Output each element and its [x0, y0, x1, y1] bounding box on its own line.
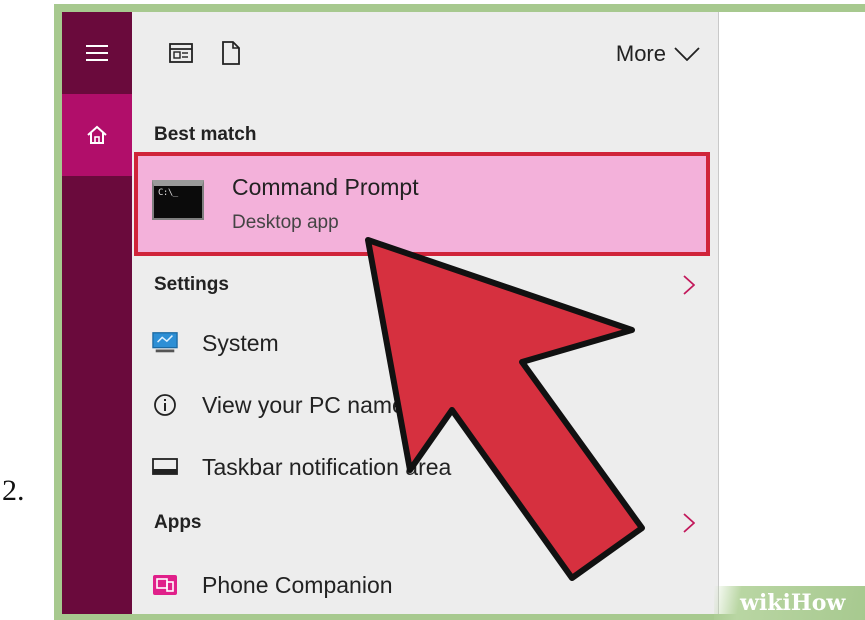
watermark-how: How: [790, 590, 846, 616]
settings-item-view-pc-name[interactable]: View your PC name: [132, 378, 718, 432]
best-match-heading: Best match: [154, 124, 257, 145]
search-results-panel: More Best match C:\_ Command Prompt Desk…: [132, 12, 719, 614]
phone-companion-icon: [152, 572, 178, 598]
home-button[interactable]: [62, 94, 132, 176]
command-prompt-icon: C:\_: [152, 180, 204, 220]
filter-toolbar: More: [132, 12, 718, 94]
document-icon: [222, 41, 240, 65]
more-filters-button[interactable]: More: [616, 40, 700, 68]
info-icon: [152, 392, 178, 418]
chevron-right-icon: [683, 513, 695, 533]
left-rail: [62, 12, 132, 614]
settings-heading: Settings: [154, 274, 229, 295]
command-prompt-icon-text: C:\_: [158, 188, 178, 198]
command-prompt-subtitle: Desktop app: [232, 212, 339, 233]
hamburger-icon: [86, 45, 108, 61]
apps-heading: Apps: [154, 512, 202, 533]
hamburger-menu-button[interactable]: [62, 12, 132, 94]
app-item-phone-companion[interactable]: Phone Companion: [132, 558, 718, 612]
settings-item-system[interactable]: System: [132, 316, 718, 370]
settings-item-label: View your PC name: [202, 392, 405, 418]
command-prompt-title: Command Prompt: [232, 174, 419, 200]
preview-pane: [719, 12, 865, 614]
watermark-text: wikiHow: [740, 590, 845, 616]
watermark-wiki: wiki: [740, 590, 791, 616]
app-item-label: Phone Companion: [202, 572, 393, 598]
settings-item-label: System: [202, 330, 279, 356]
settings-expand-button[interactable]: [682, 274, 696, 296]
more-label: More: [615, 41, 666, 66]
step-number: 2.: [2, 474, 25, 507]
home-icon: [87, 125, 107, 144]
chevron-right-icon: [683, 275, 695, 295]
apps-filter-button[interactable]: [168, 40, 194, 66]
settings-item-label: Taskbar notification area: [202, 454, 452, 480]
documents-filter-button[interactable]: [218, 40, 244, 66]
apps-expand-button[interactable]: [682, 512, 696, 534]
monitor-icon: [152, 330, 178, 356]
chevron-down-icon: [674, 47, 700, 61]
command-prompt-result[interactable]: C:\_ Command Prompt Desktop app: [134, 152, 710, 256]
settings-item-taskbar-notification[interactable]: Taskbar notification area: [132, 440, 718, 494]
app-window-icon: [169, 43, 193, 63]
wikihow-watermark: wikiHow: [714, 586, 865, 620]
taskbar-icon: [152, 454, 178, 480]
start-search-window: More Best match C:\_ Command Prompt Desk…: [62, 12, 865, 614]
